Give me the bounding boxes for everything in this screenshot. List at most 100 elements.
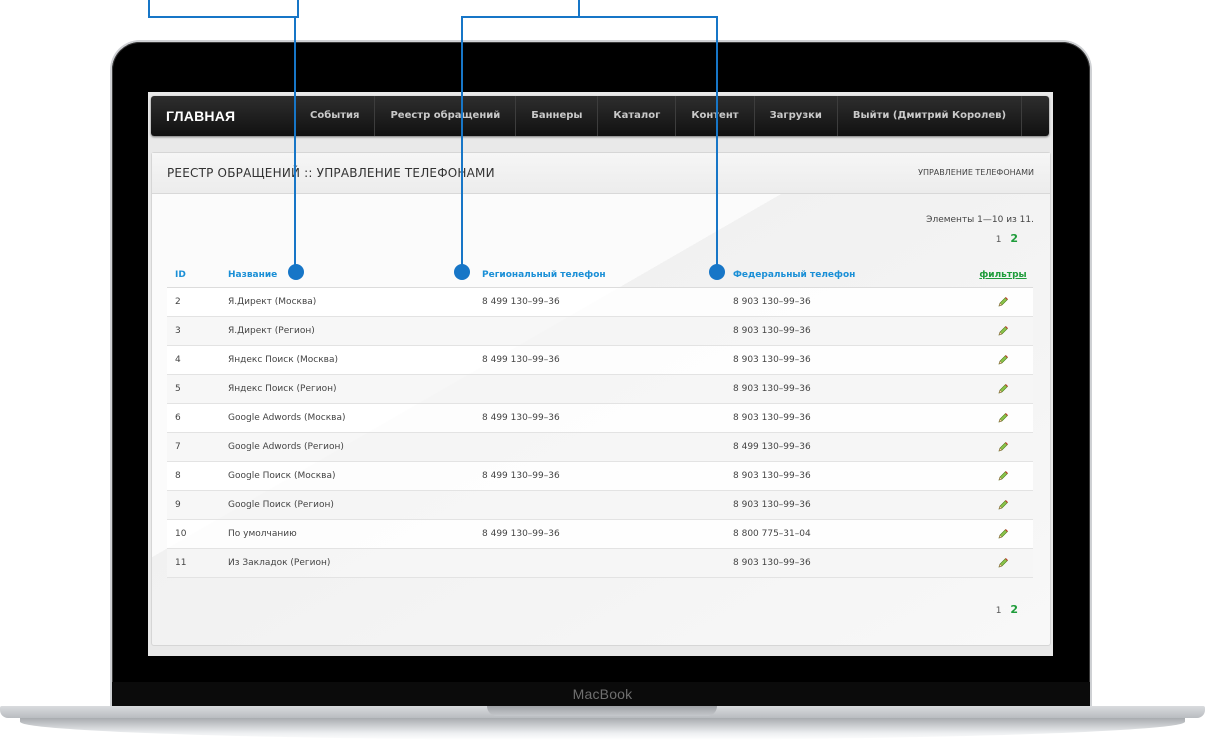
table-body: 2 Я.Директ (Москва) 8 499 130–99–36 8 903 1…: [167, 287, 1033, 578]
cell-regional-phone: [474, 316, 725, 346]
column-header-regional-phone[interactable]: Региональный телефон: [474, 263, 725, 288]
cell-id: 4: [167, 345, 220, 375]
table-row: 7 Google Adwords (Регион) 8 499 130–99–36: [167, 432, 1033, 462]
cell-federal-phone: 8 903 130–99–36: [725, 403, 973, 433]
table-row: 11 Из Закладок (Регион) 8 903 130–99–36: [167, 548, 1033, 578]
cell-federal-phone: 8 499 130–99–36: [725, 432, 973, 462]
cell-edit: [973, 345, 1033, 375]
cell-name: Google Поиск (Регион): [220, 490, 474, 520]
pencil-icon[interactable]: [997, 442, 1009, 453]
table-row: 3 Я.Директ (Регион) 8 903 130–99–36: [167, 316, 1033, 346]
cell-name: Яндекс Поиск (Москва): [220, 345, 474, 375]
cell-edit: [973, 548, 1033, 578]
pencil-icon[interactable]: [997, 558, 1009, 569]
callout-dot-federal-column: [709, 264, 725, 280]
cell-id: 11: [167, 548, 220, 578]
table-row: 2 Я.Директ (Москва) 8 499 130–99–36 8 903 1…: [167, 287, 1033, 317]
cell-edit: [973, 461, 1033, 491]
column-header-filters: фильтры: [973, 263, 1033, 288]
panel-header: РЕЕСТР ОБРАЩЕНИЙ :: УПРАВЛЕНИЕ ТЕЛЕФОНАМ…: [152, 153, 1050, 194]
cell-federal-phone: 8 903 130–99–36: [725, 374, 973, 404]
breadcrumb: УПРАВЛЕНИЕ ТЕЛЕФОНАМИ: [918, 168, 1034, 177]
column-header-federal-phone[interactable]: Федеральный телефон: [725, 263, 973, 288]
cell-edit: [973, 432, 1033, 462]
pagination-next-page-link[interactable]: 2: [1010, 603, 1018, 616]
callout-line: [461, 16, 717, 18]
cell-regional-phone: 8 499 130–99–36: [474, 287, 725, 317]
callout-line: [578, 0, 580, 16]
cell-federal-phone: 8 903 130–99–36: [725, 490, 973, 520]
cell-edit: [973, 287, 1033, 317]
cell-federal-phone: 8 903 130–99–36: [725, 287, 973, 317]
nav-item-requests-registry[interactable]: Реестр обращений: [375, 96, 517, 136]
cell-regional-phone: [474, 374, 725, 404]
pencil-icon[interactable]: [997, 500, 1009, 511]
cell-name: Google Adwords (Регион): [220, 432, 474, 462]
cell-name: Google Поиск (Москва): [220, 461, 474, 491]
pencil-icon[interactable]: [997, 529, 1009, 540]
laptop-notch: [487, 706, 717, 716]
pencil-icon[interactable]: [997, 326, 1009, 337]
cell-id: 3: [167, 316, 220, 346]
nav-item-catalog[interactable]: Каталог: [598, 96, 677, 136]
nav-home-link[interactable]: ГЛАВНАЯ: [166, 96, 235, 136]
pagination-next-page-link[interactable]: 2: [1010, 232, 1018, 245]
pencil-icon[interactable]: [997, 471, 1009, 482]
table-row: 9 Google Поиск (Регион) 8 903 130–99–36: [167, 490, 1033, 520]
cell-name: Google Adwords (Москва): [220, 403, 474, 433]
cell-id: 5: [167, 374, 220, 404]
cell-regional-phone: 8 499 130–99–36: [474, 461, 725, 491]
device-brand-label: MacBook: [572, 686, 633, 702]
cell-name: По умолчанию: [220, 519, 474, 549]
cell-edit: [973, 374, 1033, 404]
filters-link[interactable]: фильтры: [979, 270, 1026, 280]
nav-menu: События Реестр обращений Баннеры Каталог…: [295, 96, 1023, 136]
cell-name: Я.Директ (Москва): [220, 287, 474, 317]
pagination-bottom: 1 2: [996, 603, 1018, 616]
cell-regional-phone: 8 499 130–99–36: [474, 345, 725, 375]
table-row: 5 Яндекс Поиск (Регион) 8 903 130–99–36: [167, 374, 1033, 404]
pagination-current-page: 1: [995, 235, 1002, 245]
nav-item-logout[interactable]: Выйти (Дмитрий Королев): [838, 96, 1023, 136]
cell-edit: [973, 519, 1033, 549]
screen: ГЛАВНАЯ События Реестр обращений Баннеры…: [148, 92, 1053, 656]
callout-line: [716, 16, 718, 272]
cell-id: 2: [167, 287, 220, 317]
pencil-icon[interactable]: [997, 297, 1009, 308]
cell-regional-phone: 8 499 130–99–36: [474, 403, 725, 433]
cell-id: 6: [167, 403, 220, 433]
cell-federal-phone: 8 903 130–99–36: [725, 461, 973, 491]
cell-federal-phone: 8 800 775–31–04: [725, 519, 973, 549]
top-navigation-bar: ГЛАВНАЯ События Реестр обращений Баннеры…: [151, 96, 1049, 136]
cell-id: 8: [167, 461, 220, 491]
phones-table: ID Название Региональный телефон Федерал…: [167, 263, 1033, 578]
cell-federal-phone: 8 903 130–99–36: [725, 316, 973, 346]
cell-regional-phone: 8 499 130–99–36: [474, 519, 725, 549]
pencil-icon[interactable]: [997, 384, 1009, 395]
cell-federal-phone: 8 903 130–99–36: [725, 548, 973, 578]
table-row: 4 Яндекс Поиск (Москва) 8 499 130–99–36 8 9…: [167, 345, 1033, 375]
cell-name: Яндекс Поиск (Регион): [220, 374, 474, 404]
nav-item-downloads[interactable]: Загрузки: [755, 96, 838, 136]
pagination-current-page: 1: [995, 606, 1002, 616]
table-row: 10 По умолчанию 8 499 130–99–36 8 800 775–3…: [167, 519, 1033, 549]
column-header-id[interactable]: ID: [167, 263, 220, 288]
cell-name: Я.Директ (Регион): [220, 316, 474, 346]
callout-dot-regional-column: [454, 264, 470, 280]
cell-name: Из Закладок (Регион): [220, 548, 474, 578]
pencil-icon[interactable]: [997, 355, 1009, 366]
cell-regional-phone: [474, 490, 725, 520]
nav-item-events[interactable]: События: [295, 96, 376, 136]
table-row: 8 Google Поиск (Москва) 8 499 130–99–36 8 9…: [167, 461, 1033, 491]
pencil-icon[interactable]: [997, 413, 1009, 424]
cell-edit: [973, 403, 1033, 433]
cell-edit: [973, 490, 1033, 520]
callout-line: [148, 0, 299, 18]
cell-id: 9: [167, 490, 220, 520]
cell-edit: [973, 316, 1033, 346]
cell-regional-phone: [474, 548, 725, 578]
column-header-name[interactable]: Название: [220, 263, 474, 288]
nav-item-banners[interactable]: Баннеры: [516, 96, 599, 136]
content-panel: РЕЕСТР ОБРАЩЕНИЙ :: УПРАВЛЕНИЕ ТЕЛЕФОНАМ…: [151, 152, 1051, 646]
callout-dot-name-column: [288, 264, 304, 280]
